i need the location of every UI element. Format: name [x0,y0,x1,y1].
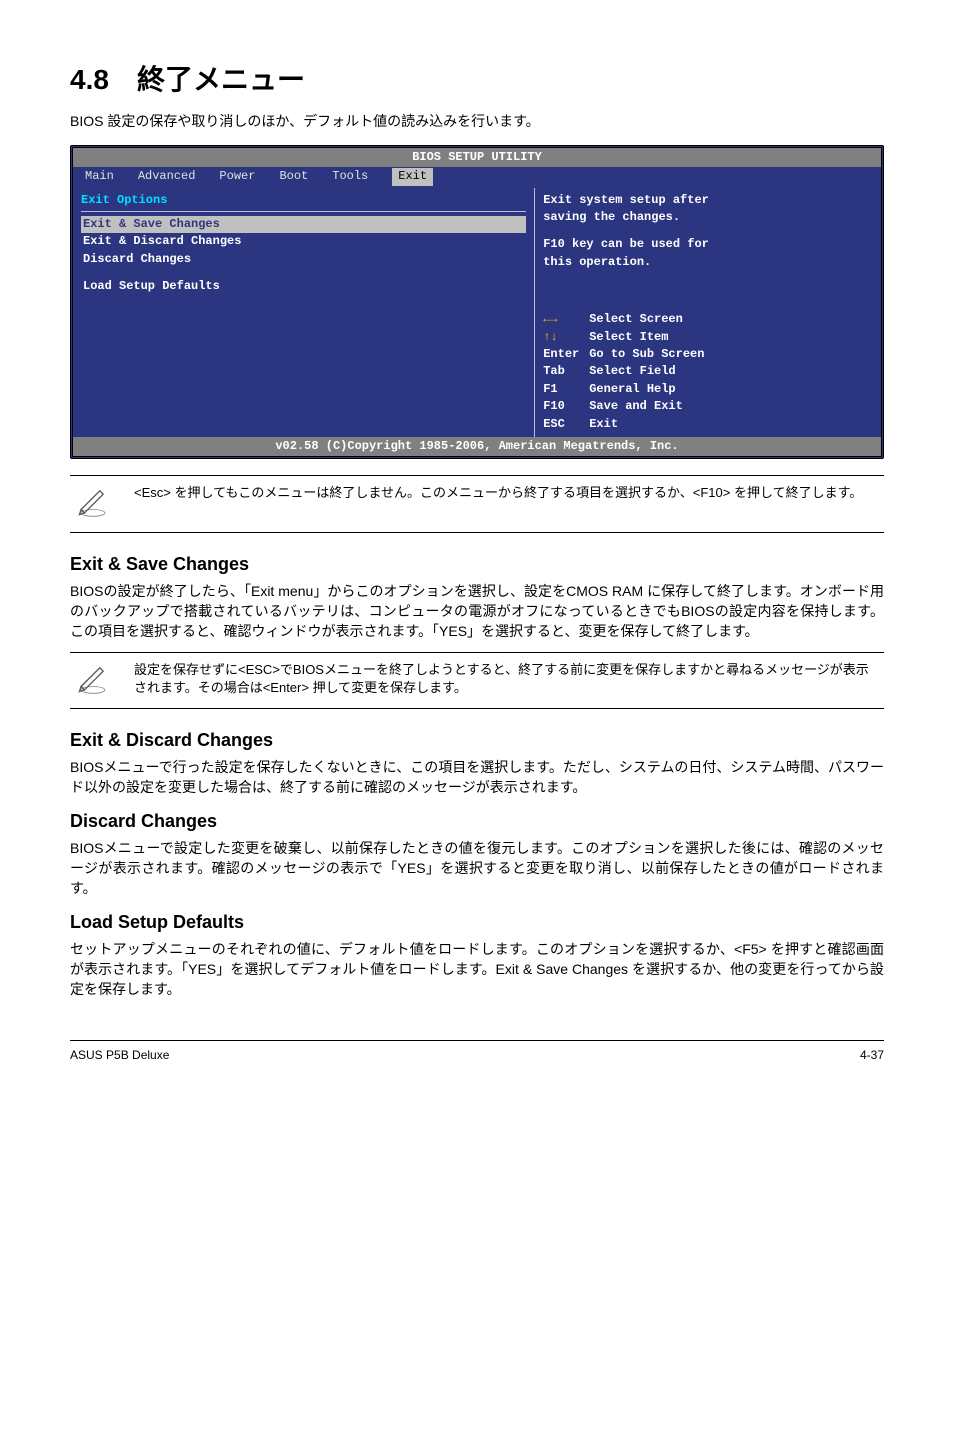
arrow-lr-icon: ←→ [543,312,557,326]
tab-advanced[interactable]: Advanced [138,168,196,185]
key-select-screen: Select Screen [589,311,683,328]
section-title: 4.8 終了メニュー [70,60,884,101]
section-name: 終了メニュー [137,64,305,95]
footer-right: 4-37 [860,1047,884,1064]
help-l2: saving the changes. [543,209,873,226]
help-l3: F10 key can be used for [543,236,873,253]
bios-key-help: ←→ Select Screen ↑↓ Select Item EnterGo to… [543,311,873,433]
subhead-exit-discard: Exit & Discard Changes [70,727,884,753]
key-f10: F10 [543,398,589,415]
tab-power[interactable]: Power [219,168,255,185]
help-l4: this operation. [543,254,873,271]
opt-exit-discard[interactable]: Exit & Discard Changes [81,233,526,250]
bios-right-pane: Exit system setup after saving the chang… [535,188,881,437]
intro-text: BIOS 設定の保存や取り消しのほか、デフォルト値の読み込みを行います。 [70,111,884,131]
para-load-defaults: セットアップメニューのそれぞれの値に、デフォルト値をロードします。このオプション… [70,939,884,1000]
bios-title: BIOS SETUP UTILITY [73,148,881,167]
section-number: 4.8 [70,64,109,95]
key-tab: Tab [543,363,589,380]
bios-footer: v02.58 (C)Copyright 1985-2006, American … [73,437,881,456]
bios-tabs: Main Advanced Power Boot Tools Exit [73,167,881,187]
opt-exit-save[interactable]: Exit & Save Changes [81,216,526,233]
key-enter: Enter [543,346,589,363]
note-2-text: 設定を保存せずに<ESC>でBIOSメニューを終了しようとすると、終了する前に変… [134,661,878,697]
bios-left-pane: Exit Options Exit & Save Changes Exit & … [73,188,535,437]
pencil-icon [76,484,126,523]
para-exit-discard: BIOSメニューで行った設定を保存したくないときに、この項目を選択します。ただし… [70,757,884,798]
key-f10-desc: Save and Exit [589,398,683,415]
key-f1-desc: General Help [589,381,675,398]
bios-body: Exit Options Exit & Save Changes Exit & … [73,188,881,437]
key-enter-desc: Go to Sub Screen [589,346,704,363]
para-exit-save: BIOSの設定が終了したら、「Exit menu」からこのオプションを選択し、設… [70,581,884,642]
opt-load-defaults[interactable]: Load Setup Defaults [81,278,526,295]
key-esc-desc: Exit [589,416,618,433]
exit-options-header: Exit Options [81,192,526,212]
subhead-discard: Discard Changes [70,808,884,834]
tab-tools[interactable]: Tools [332,168,368,185]
note-1-text: <Esc> を押してもこのメニューは終了しません。このメニューから終了する項目を… [134,484,862,502]
note-block-2: 設定を保存せずに<ESC>でBIOSメニューを終了しようとすると、終了する前に変… [70,652,884,709]
subhead-exit-save: Exit & Save Changes [70,551,884,577]
tab-boot[interactable]: Boot [279,168,308,185]
pencil-icon [76,661,126,700]
subhead-load-defaults: Load Setup Defaults [70,909,884,935]
help-l1: Exit system setup after [543,192,873,209]
tab-exit[interactable]: Exit [392,168,433,185]
page-footer: ASUS P5B Deluxe 4-37 [70,1040,884,1064]
key-esc: ESC [543,416,589,433]
arrow-ud-icon: ↑↓ [543,330,557,344]
bios-help-text: Exit system setup after saving the chang… [543,192,873,272]
tab-main[interactable]: Main [85,168,114,185]
bios-screenshot: BIOS SETUP UTILITY Main Advanced Power B… [70,145,884,459]
key-select-item: Select Item [589,329,668,346]
opt-discard[interactable]: Discard Changes [81,251,526,268]
key-f1: F1 [543,381,589,398]
para-discard: BIOSメニューで設定した変更を破棄し、以前保存したときの値を復元します。このオ… [70,838,884,899]
note-block-1: <Esc> を押してもこのメニューは終了しません。このメニューから終了する項目を… [70,475,884,532]
footer-left: ASUS P5B Deluxe [70,1047,169,1064]
key-tab-desc: Select Field [589,363,675,380]
